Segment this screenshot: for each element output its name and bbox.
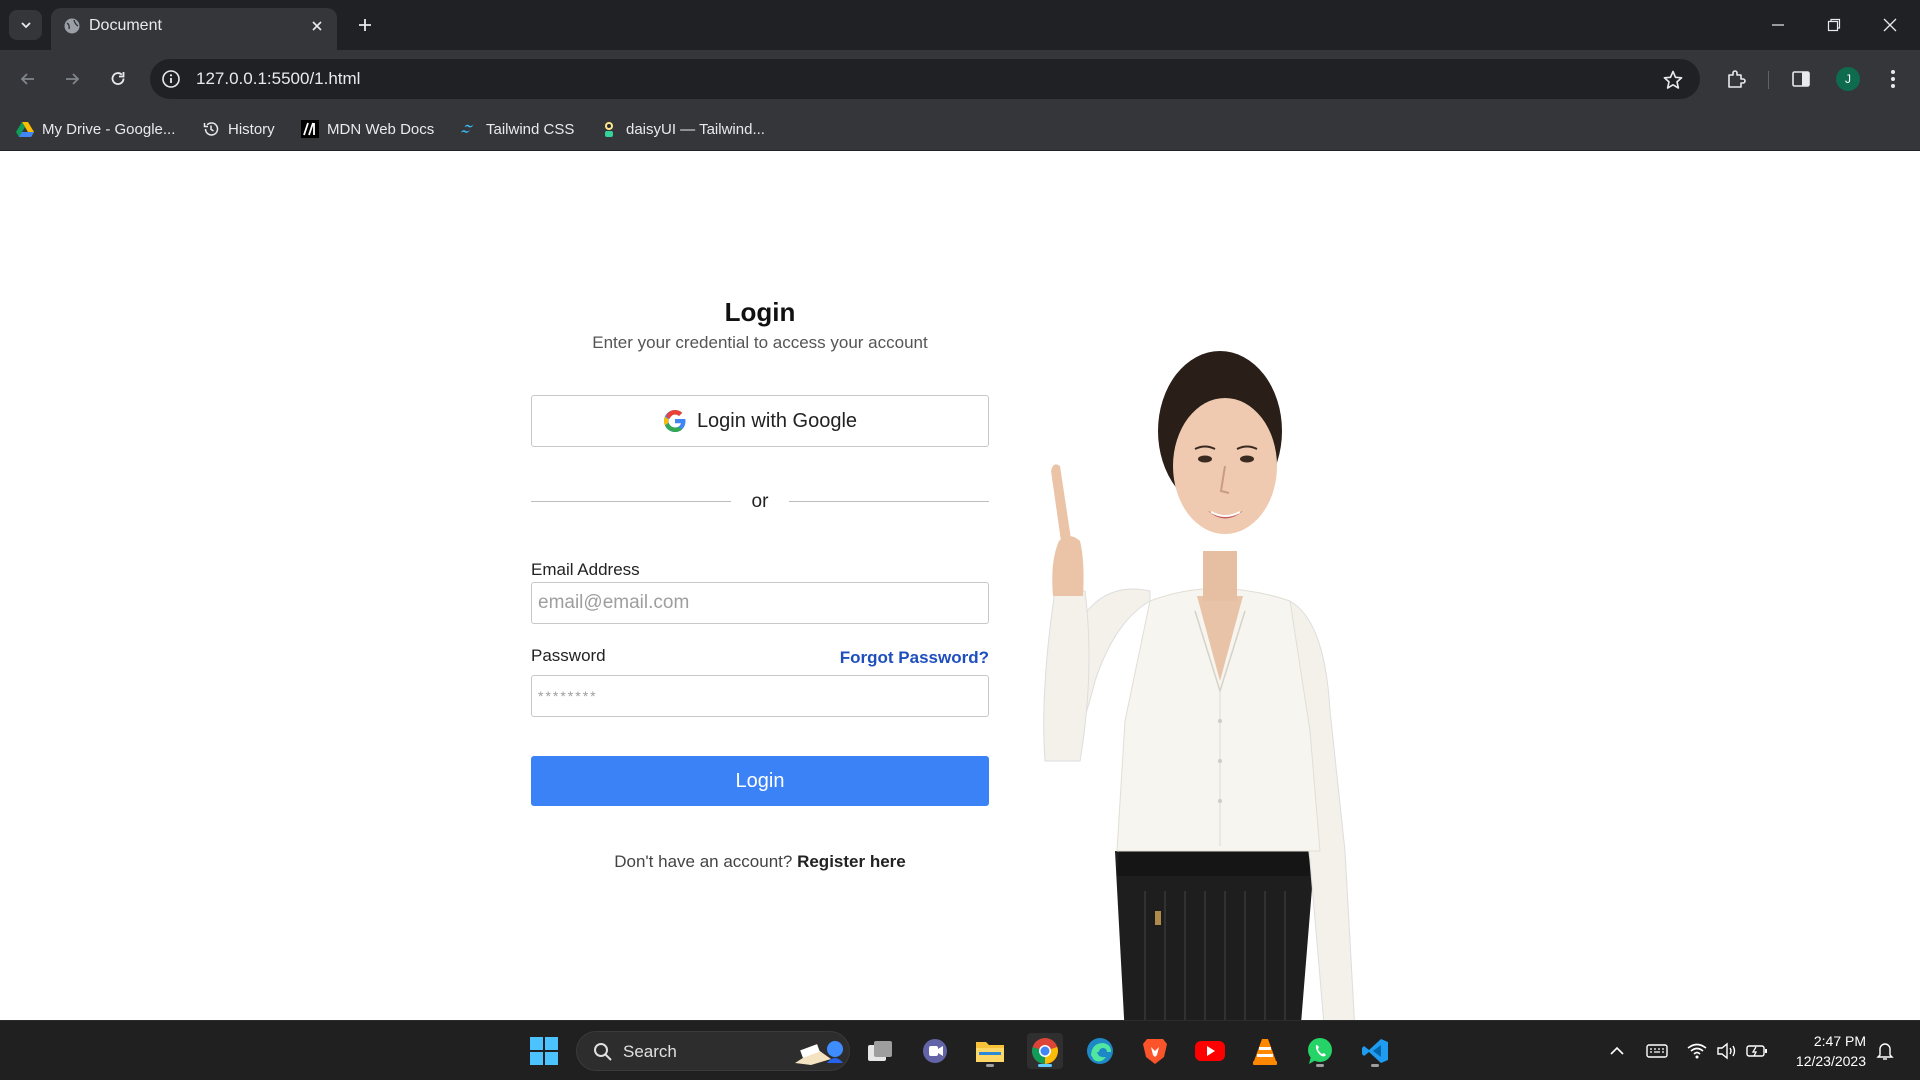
google-login-button[interactable]: Login with Google — [531, 395, 989, 447]
bookmark-label: History — [228, 120, 275, 138]
taskbar-clock[interactable]: 2:47 PM 12/23/2023 — [1782, 1031, 1866, 1071]
reload-icon — [111, 72, 125, 85]
bookmark-mdn[interactable]: MDN Web Docs — [301, 118, 434, 140]
teams-icon[interactable] — [917, 1033, 953, 1069]
windows-taskbar: Search 2:47 PM 12/23/2023 — [0, 1020, 1920, 1080]
bookmark-label: My Drive - Google... — [42, 120, 176, 138]
restore-button[interactable] — [1806, 0, 1862, 50]
register-prompt-row: Don't have an account? Register here — [531, 852, 989, 872]
toolbar-divider — [1768, 71, 1769, 89]
brave-icon[interactable] — [1137, 1033, 1173, 1069]
arrow-right-icon — [66, 73, 80, 85]
more-menu-icon[interactable] — [1880, 66, 1906, 92]
site-info-icon[interactable] — [161, 69, 181, 89]
login-submit-button[interactable]: Login — [531, 756, 989, 806]
active-indicator — [1038, 1064, 1052, 1067]
plus-icon — [359, 19, 371, 31]
running-indicator — [986, 1064, 994, 1067]
address-bar[interactable]: 127.0.0.1:5500/1.html — [150, 59, 1700, 99]
close-window-button[interactable] — [1862, 0, 1918, 50]
notification-bell-icon[interactable] — [1874, 1041, 1896, 1061]
search-highlight-icon — [795, 1041, 843, 1065]
chrome-icon[interactable] — [1027, 1033, 1063, 1069]
forgot-password-link[interactable]: Forgot Password? — [830, 648, 989, 668]
tab-search-button[interactable] — [9, 10, 42, 40]
daisyui-icon — [600, 120, 618, 138]
bookmark-star-icon[interactable] — [1662, 69, 1684, 91]
tab-title: Document — [89, 17, 162, 34]
side-panel-icon[interactable] — [1788, 66, 1814, 92]
running-indicator — [1316, 1064, 1324, 1067]
vlc-icon[interactable] — [1247, 1033, 1283, 1069]
register-link[interactable]: Register here — [797, 852, 906, 871]
keyboard-icon[interactable] — [1646, 1041, 1668, 1061]
tab-close-icon[interactable] — [307, 16, 327, 36]
search-icon — [594, 1043, 612, 1061]
running-indicator — [1371, 1064, 1379, 1067]
arrow-left-icon — [20, 73, 34, 85]
volume-icon[interactable] — [1716, 1041, 1738, 1061]
start-icon[interactable] — [526, 1033, 562, 1069]
vscode-icon[interactable] — [1357, 1033, 1393, 1069]
password-label: Password — [531, 646, 606, 665]
bookmark-label: daisyUI — Tailwind... — [626, 120, 765, 138]
browser-tab-active[interactable]: Document — [51, 8, 337, 50]
task-view-icon[interactable] — [862, 1033, 898, 1069]
bookmark-tailwind[interactable]: Tailwind CSS — [460, 118, 574, 140]
bookmarks-bar: My Drive - Google... History MDN Web Doc… — [0, 108, 1920, 151]
minimize-icon — [1772, 24, 1784, 26]
chevron-up-icon[interactable] — [1606, 1041, 1628, 1061]
mdn-icon — [301, 120, 319, 138]
globe-icon — [63, 17, 81, 35]
url-text[interactable]: 127.0.0.1:5500/1.html — [196, 69, 360, 89]
bookmark-label: MDN Web Docs — [327, 120, 435, 138]
edge-icon[interactable] — [1082, 1033, 1118, 1069]
tailwind-icon — [460, 120, 478, 138]
page-title: Login — [724, 297, 796, 327]
extensions-icon[interactable] — [1723, 66, 1749, 92]
minimize-button[interactable] — [1750, 0, 1806, 50]
taskbar-search-label: Search — [623, 1042, 677, 1061]
restore-icon — [1827, 18, 1841, 32]
bookmark-history[interactable]: History — [202, 118, 275, 140]
divider-or-text: or — [751, 491, 769, 512]
youtube-icon[interactable] — [1192, 1033, 1228, 1069]
battery-icon[interactable] — [1746, 1041, 1768, 1061]
clock-date: 12/23/2023 — [1795, 1053, 1866, 1069]
password-input[interactable] — [531, 675, 989, 717]
google-g-icon — [663, 410, 686, 432]
woman-pointing-illustration — [1043, 351, 1356, 1036]
history-icon — [202, 120, 220, 138]
close-icon — [1883, 18, 1897, 32]
profile-avatar[interactable]: J — [1836, 67, 1860, 91]
reload-button[interactable] — [104, 65, 132, 93]
file-explorer-icon[interactable] — [972, 1033, 1008, 1069]
taskbar-search[interactable]: Search — [576, 1031, 850, 1071]
divider-line-left — [531, 501, 731, 502]
back-button[interactable] — [14, 65, 42, 93]
email-label: Email Address — [531, 560, 640, 579]
clock-time: 2:47 PM — [1813, 1033, 1866, 1049]
bookmark-daisyui[interactable]: daisyUI — Tailwind... — [600, 118, 765, 140]
new-tab-button[interactable] — [352, 12, 378, 38]
google-drive-icon — [16, 120, 34, 138]
page-content: Login Enter your credential to access yo… — [0, 151, 1920, 1036]
bookmark-label: Tailwind CSS — [486, 120, 575, 138]
register-prompt-text: Don't have an account? — [614, 852, 793, 871]
divider-line-right — [789, 501, 989, 502]
whatsapp-icon[interactable] — [1302, 1033, 1338, 1069]
chevron-down-icon — [20, 22, 31, 29]
email-input[interactable] — [531, 582, 989, 624]
bookmark-my-drive[interactable]: My Drive - Google... — [16, 118, 175, 140]
wifi-icon[interactable] — [1686, 1041, 1708, 1061]
page-subtitle: Enter your credential to access your acc… — [592, 333, 928, 352]
browser-tab-bar: Document — [0, 0, 1920, 50]
google-login-label: Login with Google — [696, 409, 858, 432]
forward-button[interactable] — [58, 65, 86, 93]
browser-toolbar: 127.0.0.1:5500/1.html J — [0, 50, 1920, 108]
